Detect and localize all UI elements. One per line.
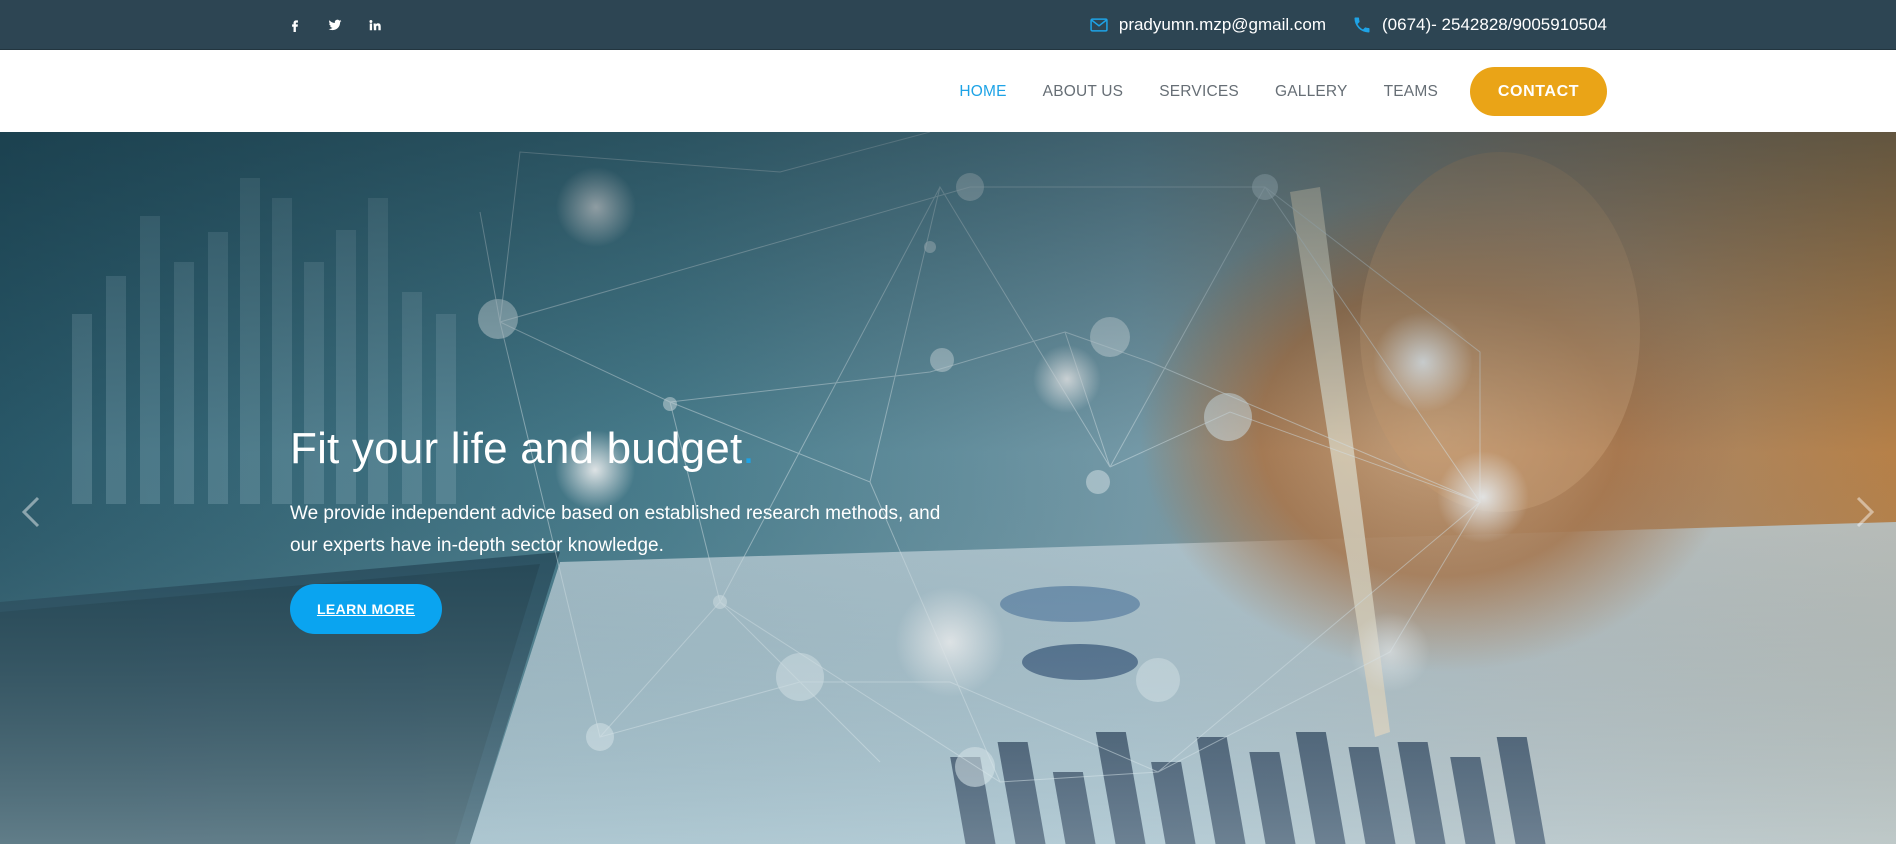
facebook-link[interactable] — [286, 16, 304, 34]
nav-teams[interactable]: TEAMS — [1384, 83, 1438, 101]
linkedin-link[interactable] — [366, 16, 384, 34]
chevron-left-icon — [21, 496, 40, 528]
hero-title-text: Fit your life and budget — [290, 424, 743, 473]
twitter-icon — [328, 19, 342, 31]
hero-title: Fit your life and budget. — [290, 424, 990, 474]
twitter-link[interactable] — [326, 16, 344, 34]
hero-slider: Fit your life and budget. We provide ind… — [0, 132, 1896, 844]
phone-text: (0674)- 2542828/9005910504 — [1382, 15, 1607, 34]
phone-icon — [1354, 17, 1370, 33]
nav-home[interactable]: HOME — [959, 83, 1006, 101]
hero-title-dot: . — [742, 424, 755, 473]
main-navbar: HOME ABOUT US SERVICES GALLERY TEAMS CON… — [0, 51, 1896, 132]
email-contact[interactable]: pradyumn.mzp@gmail.com — [1089, 15, 1326, 35]
contact-button[interactable]: CONTACT — [1470, 67, 1607, 116]
learn-more-button[interactable]: LEARN MORE — [290, 584, 442, 634]
nav-about-us[interactable]: ABOUT US — [1043, 83, 1124, 101]
hero-content: Fit your life and budget. We provide ind… — [290, 424, 990, 634]
social-links — [286, 0, 384, 50]
linkedin-icon — [369, 20, 381, 31]
main-nav: HOME ABOUT US SERVICES GALLERY TEAMS CON… — [923, 51, 1607, 132]
hero-description: We provide independent advice based on e… — [290, 503, 941, 556]
slider-next-arrow[interactable] — [1850, 492, 1880, 532]
email-text: pradyumn.mzp@gmail.com — [1118, 15, 1327, 34]
slider-prev-arrow[interactable] — [16, 492, 46, 532]
top-bar: pradyumn.mzp@gmail.com (0674)- 2542828/9… — [0, 0, 1896, 50]
envelope-icon — [1090, 18, 1108, 32]
nav-services[interactable]: SERVICES — [1159, 83, 1239, 101]
nav-gallery[interactable]: GALLERY — [1275, 83, 1348, 101]
contact-info: pradyumn.mzp@gmail.com (0674)- 2542828/9… — [1089, 0, 1607, 50]
phone-contact[interactable]: (0674)- 2542828/9005910504 — [1352, 15, 1607, 35]
chevron-right-icon — [1856, 496, 1875, 528]
facebook-icon — [292, 20, 298, 32]
